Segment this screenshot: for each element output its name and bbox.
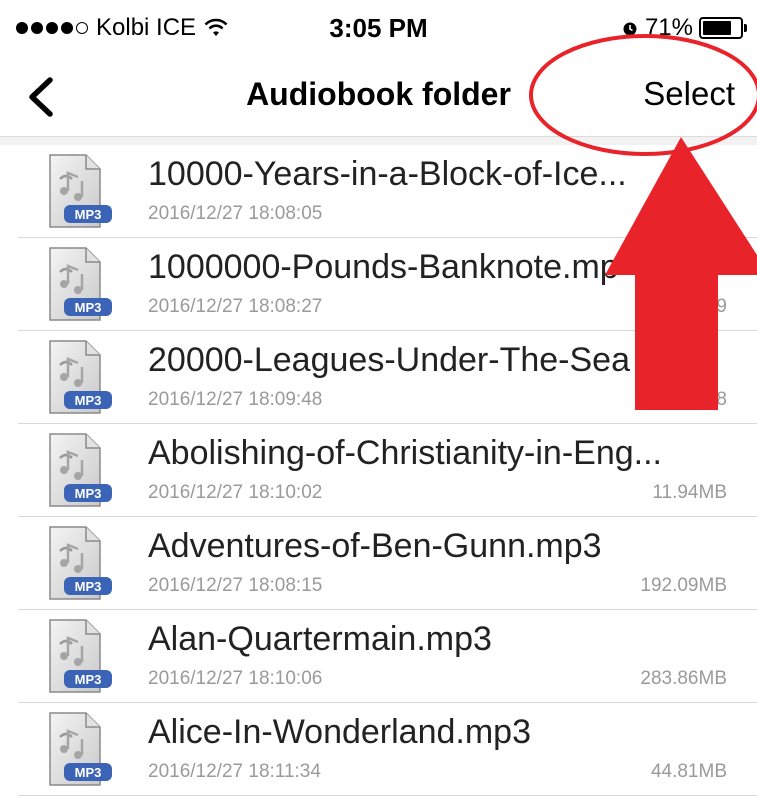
navigation-bar: Audiobook folder Select (0, 60, 757, 137)
svg-text:MP3: MP3 (75, 765, 102, 780)
list-item[interactable]: MP3 Alice-In-Wonderland.mp3 2016/12/27 1… (18, 703, 757, 796)
status-bar: Kolbi ICE 3:05 PM 71% (0, 0, 757, 60)
battery-icon (699, 17, 747, 39)
file-size: 192.09MB (640, 575, 727, 596)
mp3-file-icon: MP3 (49, 154, 112, 228)
file-size: 258 (695, 389, 727, 410)
mp3-file-icon: MP3 (49, 619, 112, 693)
file-date: 2016/12/27 18:08:05 (148, 203, 323, 224)
file-date: 2016/12/27 18:10:02 (148, 482, 323, 503)
file-date: 2016/12/27 18:10:06 (148, 668, 323, 689)
file-name: 10000-Years-in-a-Block-of-Ice... (148, 155, 627, 193)
battery-percent: 71% (644, 14, 693, 41)
file-date: 2016/12/27 18:11:34 (148, 761, 321, 782)
svg-text:MP3: MP3 (75, 486, 102, 501)
mp3-file-icon: MP3 (49, 340, 112, 414)
list-top-separator (0, 137, 757, 145)
file-size: 8 (716, 203, 727, 224)
alarm-icon (623, 22, 637, 36)
list-item[interactable]: MP3 Alan-Quartermain.mp3 2016/12/27 18:1… (18, 610, 757, 703)
file-name: Adventures-of-Ben-Gunn.mp3 (148, 527, 602, 565)
file-size: 19 (705, 296, 727, 317)
status-right: 71% (621, 14, 747, 42)
file-name: Alice-In-Wonderland.mp3 (148, 713, 531, 751)
select-button[interactable]: Select (643, 75, 735, 113)
file-name: Alan-Quartermain.mp3 (148, 620, 492, 658)
svg-text:MP3: MP3 (75, 579, 102, 594)
mp3-file-icon: MP3 (49, 526, 112, 600)
list-item[interactable]: MP3 10000-Years-in-a-Block-of-Ice... 201… (18, 145, 757, 238)
svg-text:MP3: MP3 (75, 672, 102, 687)
file-size: 11.94MB (652, 482, 727, 503)
list-item[interactable]: MP3 1000000-Pounds-Banknote.mp 2016/12/2… (18, 238, 757, 331)
file-name: 20000-Leagues-Under-The-Sea (148, 341, 630, 379)
svg-text:MP3: MP3 (75, 393, 102, 408)
file-size: 283.86MB (640, 668, 727, 689)
file-name: 1000000-Pounds-Banknote.mp (148, 248, 619, 286)
svg-text:MP3: MP3 (75, 300, 102, 315)
file-date: 2016/12/27 18:09:48 (148, 389, 323, 410)
file-name: Abolishing-of-Christianity-in-Eng... (148, 434, 662, 472)
list-item[interactable]: MP3 Adventures-of-Ben-Gunn.mp3 2016/12/2… (18, 517, 757, 610)
file-date: 2016/12/27 18:08:27 (148, 296, 323, 317)
mp3-file-icon: MP3 (49, 247, 112, 321)
list-item[interactable]: MP3 Abolishing-of-Christianity-in-Eng...… (18, 424, 757, 517)
file-date: 2016/12/27 18:08:15 (148, 575, 323, 596)
file-size: 44.81MB (650, 761, 727, 782)
svg-text:MP3: MP3 (75, 207, 102, 222)
file-list: MP3 10000-Years-in-a-Block-of-Ice... 201… (0, 145, 757, 796)
mp3-file-icon: MP3 (49, 712, 112, 786)
list-item[interactable]: MP3 20000-Leagues-Under-The-Sea 2016/12/… (18, 331, 757, 424)
mp3-file-icon: MP3 (49, 433, 112, 507)
